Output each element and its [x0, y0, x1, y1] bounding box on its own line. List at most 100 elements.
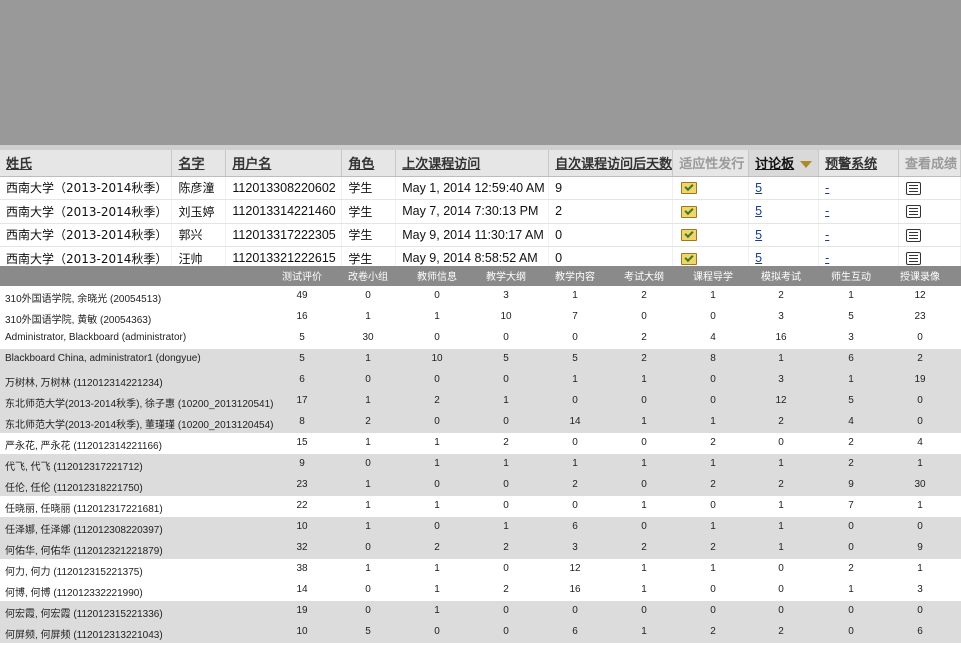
username-cell: 112013317222305 [225, 223, 343, 247]
column-header-early-warning[interactable]: 预警系统 [818, 150, 899, 177]
column-header-discussion-board[interactable]: 讨论板 [748, 150, 820, 177]
stats-count: 2 [641, 542, 647, 553]
stats-count: 7 [572, 311, 578, 322]
stats-count: 10 [431, 353, 443, 364]
adaptive-release-folder-icon[interactable] [681, 252, 698, 265]
stats-header-bar: 测试评价 改卷小组 教师信息 教学大纲 教学内容 考试大纲 课程导学 模拟考试 师生互动 授课录像 [0, 266, 961, 286]
view-grades-icon[interactable] [905, 228, 921, 242]
early-warning-link[interactable]: - [825, 251, 829, 265]
adaptive-release-folder-icon[interactable] [681, 229, 698, 242]
adaptive-release-folder-icon[interactable] [681, 205, 698, 218]
stats-count: 10 [296, 521, 308, 532]
stats-count: 0 [434, 521, 440, 532]
stats-count: 0 [641, 311, 647, 322]
stats-row: 任伦, 任伦 (112012318221750) 23 1 0 0 2 0 2 2 9 30 [0, 475, 961, 496]
stats-user-name: 代飞, 代飞 (112012317221712) [5, 462, 143, 473]
column-header-last-access[interactable]: 上次课程访问 [395, 150, 550, 177]
column-header-last-name[interactable]: 姓氏 [0, 150, 173, 177]
stats-count: 0 [503, 626, 509, 637]
stats-count: 3 [572, 542, 578, 553]
stats-count: 1 [778, 458, 784, 469]
stats-row: 东北师范大学(2013-2014秋季), 徐子惠 (10200_20131205… [0, 391, 961, 412]
stats-count: 0 [710, 500, 716, 511]
stats-count: 2 [641, 353, 647, 364]
first-name-cell: 陈彦潼 [171, 176, 227, 200]
stats-count: 1 [434, 563, 440, 574]
stats-count: 2 [365, 416, 371, 427]
view-grades-icon[interactable] [905, 252, 921, 266]
stats-count: 0 [434, 479, 440, 490]
stats-count: 0 [365, 605, 371, 616]
stats-column-header: 教师信息 [417, 272, 457, 283]
stats-count: 9 [299, 458, 305, 469]
stats-count: 0 [434, 374, 440, 385]
view-grades-cell [898, 176, 961, 200]
stats-count: 5 [299, 353, 305, 364]
stats-row: 代飞, 代飞 (112012317221712) 9 0 1 1 1 1 1 1 2 1 [0, 454, 961, 475]
stats-count: 1 [778, 521, 784, 532]
stats-count: 30 [362, 332, 374, 343]
last-name-cell: 西南大学（2013-2014秋季） [0, 176, 173, 200]
table-row: 西南大学（2013-2014秋季） 郭兴 112013317222305 学生 May … [0, 223, 961, 247]
stats-count: 0 [365, 374, 371, 385]
stats-count: 0 [710, 374, 716, 385]
stats-column-header: 模拟考试 [761, 272, 801, 283]
stats-count: 0 [572, 395, 578, 406]
stats-user-name: 310外国语学院, 黄敏 (20054363) [5, 315, 152, 326]
view-grades-icon[interactable] [905, 181, 921, 195]
stats-count: 2 [434, 542, 440, 553]
early-warning-link[interactable]: - [825, 181, 829, 195]
stats-row: 310外国语学院, 余晓光 (20054513) 49 0 0 3 1 2 1 2 1 12 [0, 286, 961, 307]
view-grades-icon[interactable] [905, 205, 921, 219]
early-warning-link[interactable]: - [825, 228, 829, 242]
stats-row: 何力, 何力 (112012315221375) 38 1 1 0 12 1 1 0 2 1 [0, 559, 961, 580]
stats-count: 0 [365, 290, 371, 301]
stats-count: 0 [503, 479, 509, 490]
stats-count: 1 [365, 521, 371, 532]
view-grades-cell [898, 199, 961, 224]
discussion-count-link[interactable]: 5 [755, 181, 762, 195]
discussion-count-link[interactable]: 5 [755, 228, 762, 242]
first-name-cell: 郭兴 [171, 223, 227, 247]
stats-count: 2 [778, 626, 784, 637]
adaptive-release-cell [672, 176, 750, 200]
early-warning-cell: - [818, 223, 899, 247]
stats-row: 严永花, 严永花 (112012314221166) 15 1 1 2 0 0 2 0 2 4 [0, 433, 961, 454]
stats-count: 7 [848, 500, 854, 511]
stats-column-header: 测试评价 [282, 272, 322, 283]
column-header-role[interactable]: 角色 [341, 150, 397, 177]
adaptive-release-cell [672, 223, 750, 247]
days-since-access-cell: 0 [548, 223, 674, 247]
stats-count: 14 [569, 416, 581, 427]
days-since-access-cell: 2 [548, 199, 674, 224]
stats-count: 1 [848, 374, 854, 385]
stats-user-name: 何力, 何力 (112012315221375) [5, 567, 143, 578]
stats-column-header: 课程导学 [693, 272, 733, 283]
column-header-view-grades: 查看成绩 [898, 150, 961, 177]
stats-count: 0 [710, 311, 716, 322]
sort-descending-icon[interactable] [800, 161, 813, 169]
stats-count: 19 [296, 605, 308, 616]
stats-count: 0 [503, 500, 509, 511]
stats-count: 0 [641, 479, 647, 490]
column-header-username[interactable]: 用户名 [225, 150, 343, 177]
stats-count: 6 [299, 374, 305, 385]
stats-count: 2 [710, 437, 716, 448]
stats-count: 16 [775, 332, 787, 343]
early-warning-link[interactable]: - [825, 204, 829, 218]
discussion-board-cell: 5 [748, 223, 820, 247]
column-header-days-since-access[interactable]: 自次课程访问后天数 [548, 150, 674, 177]
stats-row: 何佑华, 何佑华 (112012321221879) 32 0 2 2 3 2 2 1 0 9 [0, 538, 961, 559]
column-header-first-name[interactable]: 名字 [171, 150, 227, 177]
stats-count: 1 [641, 626, 647, 637]
stats-count: 1 [365, 500, 371, 511]
stats-count: 10 [296, 626, 308, 637]
stats-count: 0 [710, 605, 716, 616]
discussion-count-link[interactable]: 5 [755, 251, 762, 265]
stats-count: 1 [434, 584, 440, 595]
discussion-count-link[interactable]: 5 [755, 204, 762, 218]
adaptive-release-folder-icon[interactable] [681, 182, 698, 195]
stats-count: 2 [503, 584, 509, 595]
stats-count: 2 [778, 416, 784, 427]
stats-count: 0 [365, 458, 371, 469]
